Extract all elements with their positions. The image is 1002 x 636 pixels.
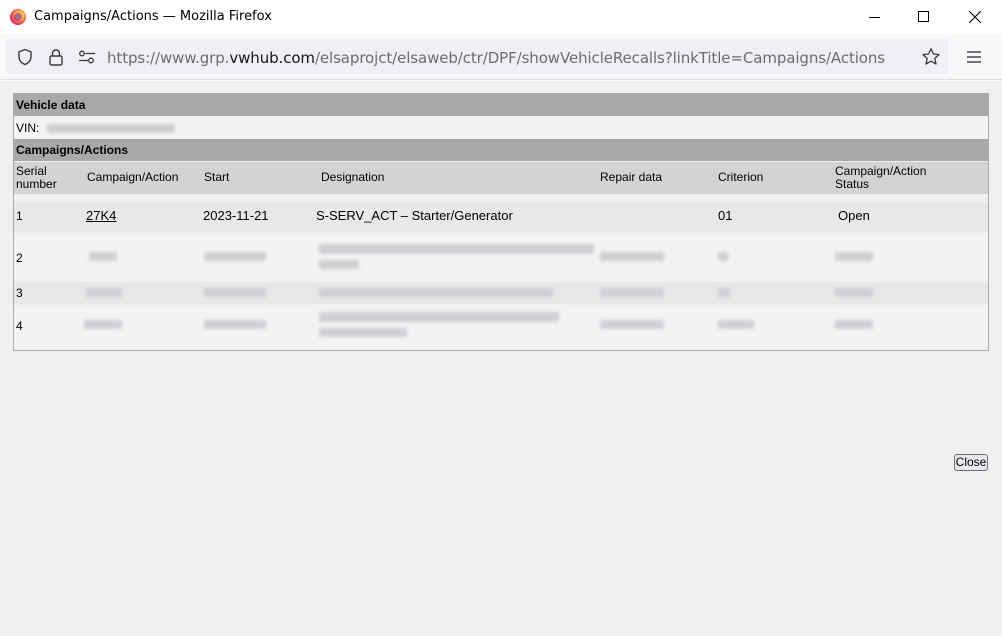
- redacted-campaign: [89, 252, 117, 261]
- col-criterion: Criterion: [718, 170, 764, 184]
- redacted-status: [835, 288, 873, 297]
- firefox-logo-icon: [10, 9, 26, 25]
- redacted-designation-2: [319, 328, 407, 337]
- page-content: Vehicle data VIN: Campaigns/Actions Seri…: [0, 81, 1002, 636]
- row-serial: 1: [16, 209, 23, 223]
- col-start: Start: [204, 170, 230, 184]
- row-serial: 3: [16, 286, 23, 300]
- col-status-line2: Status: [835, 177, 870, 191]
- col-status: Campaign/Action Status: [835, 165, 926, 191]
- vehicle-data-heading: Vehicle data: [14, 94, 988, 116]
- campaigns-table-header: Serial number Campaign/Action Start Desi…: [14, 162, 988, 194]
- vin-row: VIN:: [14, 118, 988, 138]
- redacted-status: [835, 320, 873, 329]
- hamburger-menu-icon[interactable]: [964, 47, 984, 67]
- redacted-start: [204, 252, 266, 261]
- table-row: 2: [14, 234, 988, 280]
- redacted-start: [204, 320, 266, 329]
- redacted-criterion: [718, 320, 754, 329]
- close-window-button[interactable]: [952, 0, 998, 34]
- maximize-button[interactable]: [901, 0, 947, 34]
- redacted-campaign: [84, 320, 122, 329]
- redacted-status: [835, 252, 873, 261]
- minimize-icon: [869, 17, 880, 18]
- url-prefix: https://www.grp.: [107, 49, 230, 67]
- lock-icon[interactable]: [46, 47, 66, 67]
- redacted-campaign: [86, 288, 122, 297]
- minimize-button[interactable]: [852, 0, 898, 34]
- row-status: Open: [838, 208, 870, 223]
- table-row: 3: [14, 282, 988, 304]
- window-titlebar: Campaigns/Actions — Mozilla Firefox: [0, 0, 1002, 34]
- window-title: Campaigns/Actions — Mozilla Firefox: [34, 9, 272, 24]
- url-text[interactable]: https://www.grp.vwhub.com/elsaprojct/els…: [107, 49, 885, 67]
- redacted-repair: [600, 288, 664, 297]
- col-campaign-action: Campaign/Action: [87, 170, 179, 184]
- col-serial-number: Serial number: [16, 165, 57, 191]
- redacted-criterion: [718, 252, 728, 261]
- col-designation: Designation: [321, 170, 385, 184]
- row-serial: 2: [16, 251, 23, 265]
- table-row: 1 27K4 2023-11-21 S-SERV_ACT – Starter/G…: [14, 202, 988, 232]
- close-button[interactable]: Close: [954, 454, 988, 471]
- close-icon: [969, 11, 981, 23]
- redacted-start: [204, 288, 266, 297]
- row-designation: S-SERV_ACT – Starter/Generator: [316, 208, 513, 223]
- row-criterion: 01: [718, 208, 733, 223]
- redacted-criterion: [718, 288, 730, 297]
- col-repair-data: Repair data: [600, 170, 663, 184]
- redacted-designation: [319, 244, 594, 254]
- maximize-icon: [918, 11, 929, 22]
- redacted-repair: [600, 252, 664, 261]
- campaign-link-27k4[interactable]: 27K4: [86, 208, 116, 223]
- shield-icon[interactable]: [15, 47, 35, 67]
- table-row: 4: [14, 306, 988, 346]
- bookmark-star-icon[interactable]: [921, 47, 941, 67]
- url-path: /elsaprojct/elsaweb/ctr/DPF/showVehicleR…: [314, 49, 886, 67]
- redacted-repair: [600, 320, 664, 329]
- row-start: 2023-11-21: [203, 208, 269, 223]
- campaigns-heading: Campaigns/Actions: [14, 139, 988, 161]
- col-serial-line2: number: [16, 177, 57, 191]
- permissions-icon[interactable]: [77, 47, 97, 67]
- redacted-designation-2: [319, 260, 359, 269]
- vin-value-redacted: [46, 124, 175, 134]
- url-domain: vwhub.com: [229, 49, 315, 67]
- navigation-bar: https://www.grp.vwhub.com/elsaprojct/els…: [0, 34, 1002, 80]
- redacted-designation: [319, 288, 553, 297]
- row-serial: 4: [16, 319, 23, 333]
- recalls-panel: Vehicle data VIN: Campaigns/Actions Seri…: [13, 93, 989, 351]
- redacted-designation: [319, 312, 559, 322]
- vin-label: VIN:: [16, 121, 40, 135]
